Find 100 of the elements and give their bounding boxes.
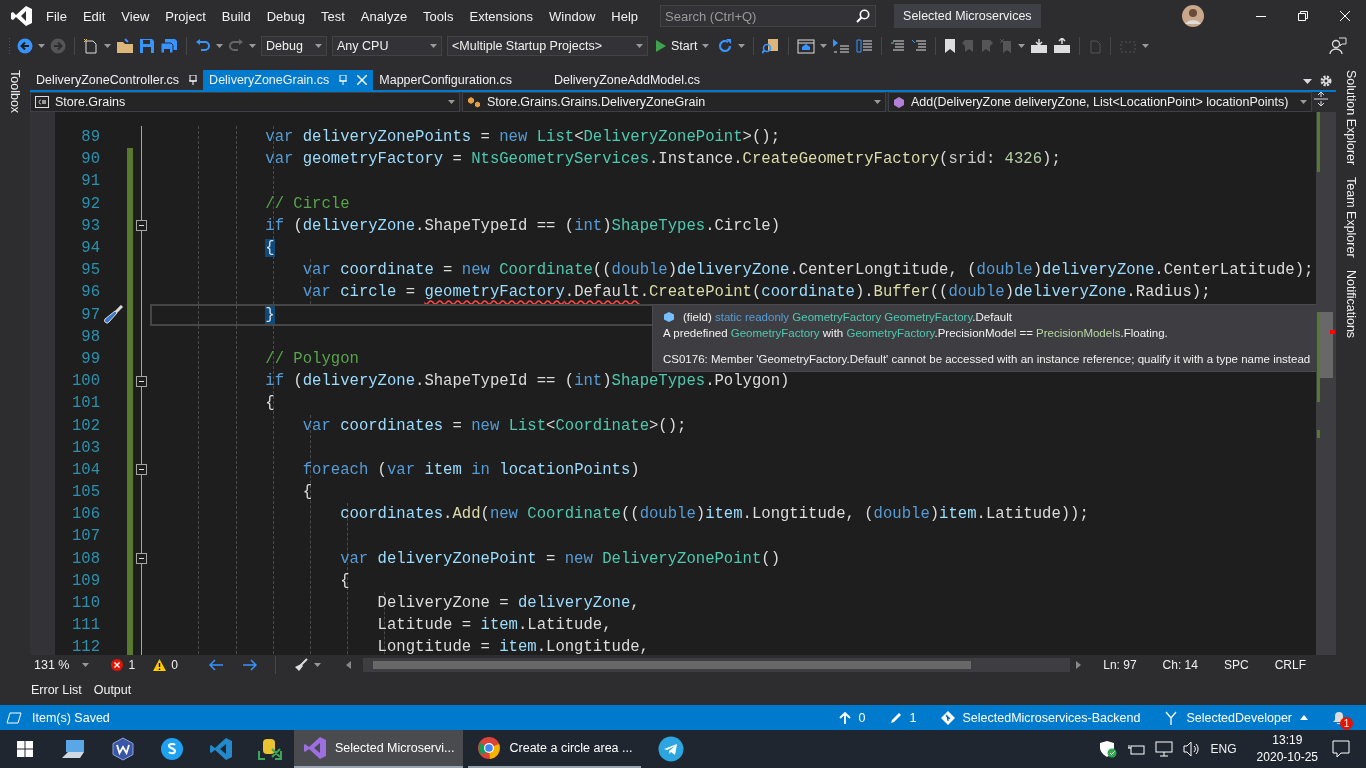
side-panel-tab[interactable]: Team Explorer: [1344, 177, 1358, 258]
taskbar-app[interactable]: Create a circle area ...: [468, 730, 642, 768]
caret-icon[interactable]: [1300, 715, 1308, 720]
caret-icon[interactable]: [820, 44, 828, 48]
caret-icon[interactable]: [249, 44, 256, 48]
windows-start-icon[interactable]: [16, 741, 33, 757]
vertical-scrollbar[interactable]: [1316, 112, 1336, 655]
member-dropdown[interactable]: Add(DeliveryZone deliveryZone, List<LocationPoint> locationPoints): [888, 92, 1312, 112]
settings-icon[interactable]: [1320, 75, 1332, 87]
database-tool-icon[interactable]: [257, 737, 282, 761]
project-dropdown[interactable]: Store.Grains: [30, 92, 460, 112]
chat-app-icon[interactable]: [159, 737, 184, 761]
back-arrow-icon[interactable]: [208, 659, 223, 671]
paper-plane-icon[interactable]: [657, 736, 684, 762]
caret-icon[interactable]: [82, 663, 90, 667]
new-item-icon[interactable]: [83, 38, 99, 54]
battery-icon[interactable]: [1126, 742, 1145, 756]
feedback-icon[interactable]: [1329, 37, 1347, 55]
platform-dropdown[interactable]: Any CPU: [332, 36, 442, 56]
caret-icon[interactable]: [1300, 100, 1307, 104]
action-center-icon[interactable]: [1332, 740, 1350, 758]
menu-item[interactable]: View: [113, 8, 158, 24]
close-icon[interactable]: [1340, 11, 1350, 21]
split-icon[interactable]: [1314, 92, 1328, 106]
indent-icon[interactable]: [832, 38, 851, 54]
tool-window-tab[interactable]: Output: [93, 683, 132, 697]
taskbar-app[interactable]: Selected Microservi...: [294, 730, 464, 768]
toolbox-tab[interactable]: Toolbox: [8, 70, 22, 114]
caret-icon[interactable]: [702, 44, 710, 48]
repository-name[interactable]: SelectedMicroservices-Backend: [962, 710, 1141, 725]
brush-icon[interactable]: [293, 658, 308, 672]
browser-app-icon[interactable]: [477, 736, 502, 760]
undo-icon[interactable]: [195, 38, 211, 54]
scroll-right-icon[interactable]: [1076, 661, 1082, 669]
volume-icon[interactable]: [1182, 741, 1201, 757]
folder-icon[interactable]: [116, 38, 134, 54]
collapse-icon[interactable]: [136, 464, 147, 476]
caret-icon[interactable]: [1142, 44, 1150, 48]
changes-count[interactable]: 1: [909, 710, 917, 725]
document-tab[interactable]: MapperConfiguration.cs: [373, 70, 518, 90]
branch-name[interactable]: SelectedDeveloper: [1186, 710, 1292, 725]
hexagon-app-icon[interactable]: [110, 737, 135, 761]
computer-icon[interactable]: [60, 738, 87, 760]
menu-item[interactable]: Extensions: [461, 8, 542, 24]
horizontal-scrollbar[interactable]: [362, 658, 1071, 672]
caret-icon[interactable]: [1018, 44, 1026, 48]
outdent-icon[interactable]: [855, 38, 874, 54]
collapse-icon[interactable]: [136, 375, 147, 387]
caret-icon[interactable]: [874, 100, 881, 104]
unpushed-count[interactable]: 0: [858, 710, 866, 725]
redo-icon[interactable]: [228, 38, 244, 54]
side-panel-tab[interactable]: Solution Explorer: [1344, 70, 1358, 166]
pin-icon[interactable]: [189, 75, 198, 85]
infinity-logo-icon[interactable]: [10, 5, 32, 27]
caret-icon[interactable]: [738, 44, 746, 48]
menu-item[interactable]: Help: [603, 8, 647, 24]
browser-icon[interactable]: [797, 38, 816, 54]
warning-count[interactable]: 0: [171, 658, 178, 672]
save-all-icon[interactable]: [160, 38, 178, 54]
search-icon[interactable]: [856, 9, 871, 23]
forward-arrow-icon[interactable]: [242, 659, 257, 671]
bookmark-icon[interactable]: [944, 38, 957, 54]
caret-icon[interactable]: [315, 44, 322, 48]
caret-icon[interactable]: [313, 663, 321, 667]
avatar-icon[interactable]: [1182, 5, 1204, 27]
menu-item[interactable]: Edit: [74, 8, 114, 24]
line-ending-indicator[interactable]: CRLF: [1264, 658, 1316, 672]
refresh-icon[interactable]: [717, 38, 734, 54]
menu-item[interactable]: Build: [213, 8, 259, 24]
screwdriver-icon[interactable]: [102, 304, 123, 325]
collapse-icon[interactable]: [136, 553, 147, 565]
network-icon[interactable]: [1154, 741, 1173, 757]
caret-icon[interactable]: [104, 44, 111, 48]
menu-item[interactable]: Debug: [258, 8, 313, 24]
code-editor-icon[interactable]: [208, 737, 233, 761]
back-icon[interactable]: [17, 38, 33, 54]
search-field[interactable]: Search (Ctrl+Q): [660, 5, 877, 27]
restore-icon[interactable]: [1298, 11, 1308, 21]
tab-list-icon[interactable]: [1303, 78, 1312, 84]
whitespace-indicator[interactable]: SPC: [1213, 658, 1259, 672]
scroll-left-icon[interactable]: [345, 661, 351, 669]
menu-item[interactable]: Window: [541, 8, 604, 24]
caret-icon[interactable]: [448, 100, 455, 104]
menu-item[interactable]: Project: [157, 8, 214, 24]
menu-item[interactable]: Analyze: [352, 8, 416, 24]
side-panel-tab[interactable]: Notifications: [1344, 269, 1358, 338]
document-tab[interactable]: DeliveryZoneAddModel.cs: [548, 70, 706, 90]
caret-icon[interactable]: [38, 44, 45, 48]
comment-lines-icon[interactable]: [890, 38, 907, 54]
startup-projects-dropdown[interactable]: <Multiple Startup Projects>: [447, 36, 648, 56]
start-button[interactable]: Start: [653, 39, 713, 53]
language-indicator[interactable]: ENG: [1210, 742, 1237, 756]
tool-window-tab[interactable]: Error List: [31, 683, 82, 697]
type-dropdown[interactable]: Store.Grains.Grains.DeliveryZoneGrain: [462, 92, 886, 112]
caret-icon[interactable]: [216, 44, 223, 48]
clock-date[interactable]: 2020-10-25: [1256, 749, 1318, 766]
shield-icon[interactable]: [1098, 740, 1117, 758]
caret-icon[interactable]: [636, 44, 643, 48]
menu-item[interactable]: File: [38, 8, 75, 24]
menu-item[interactable]: Tools: [415, 8, 462, 24]
